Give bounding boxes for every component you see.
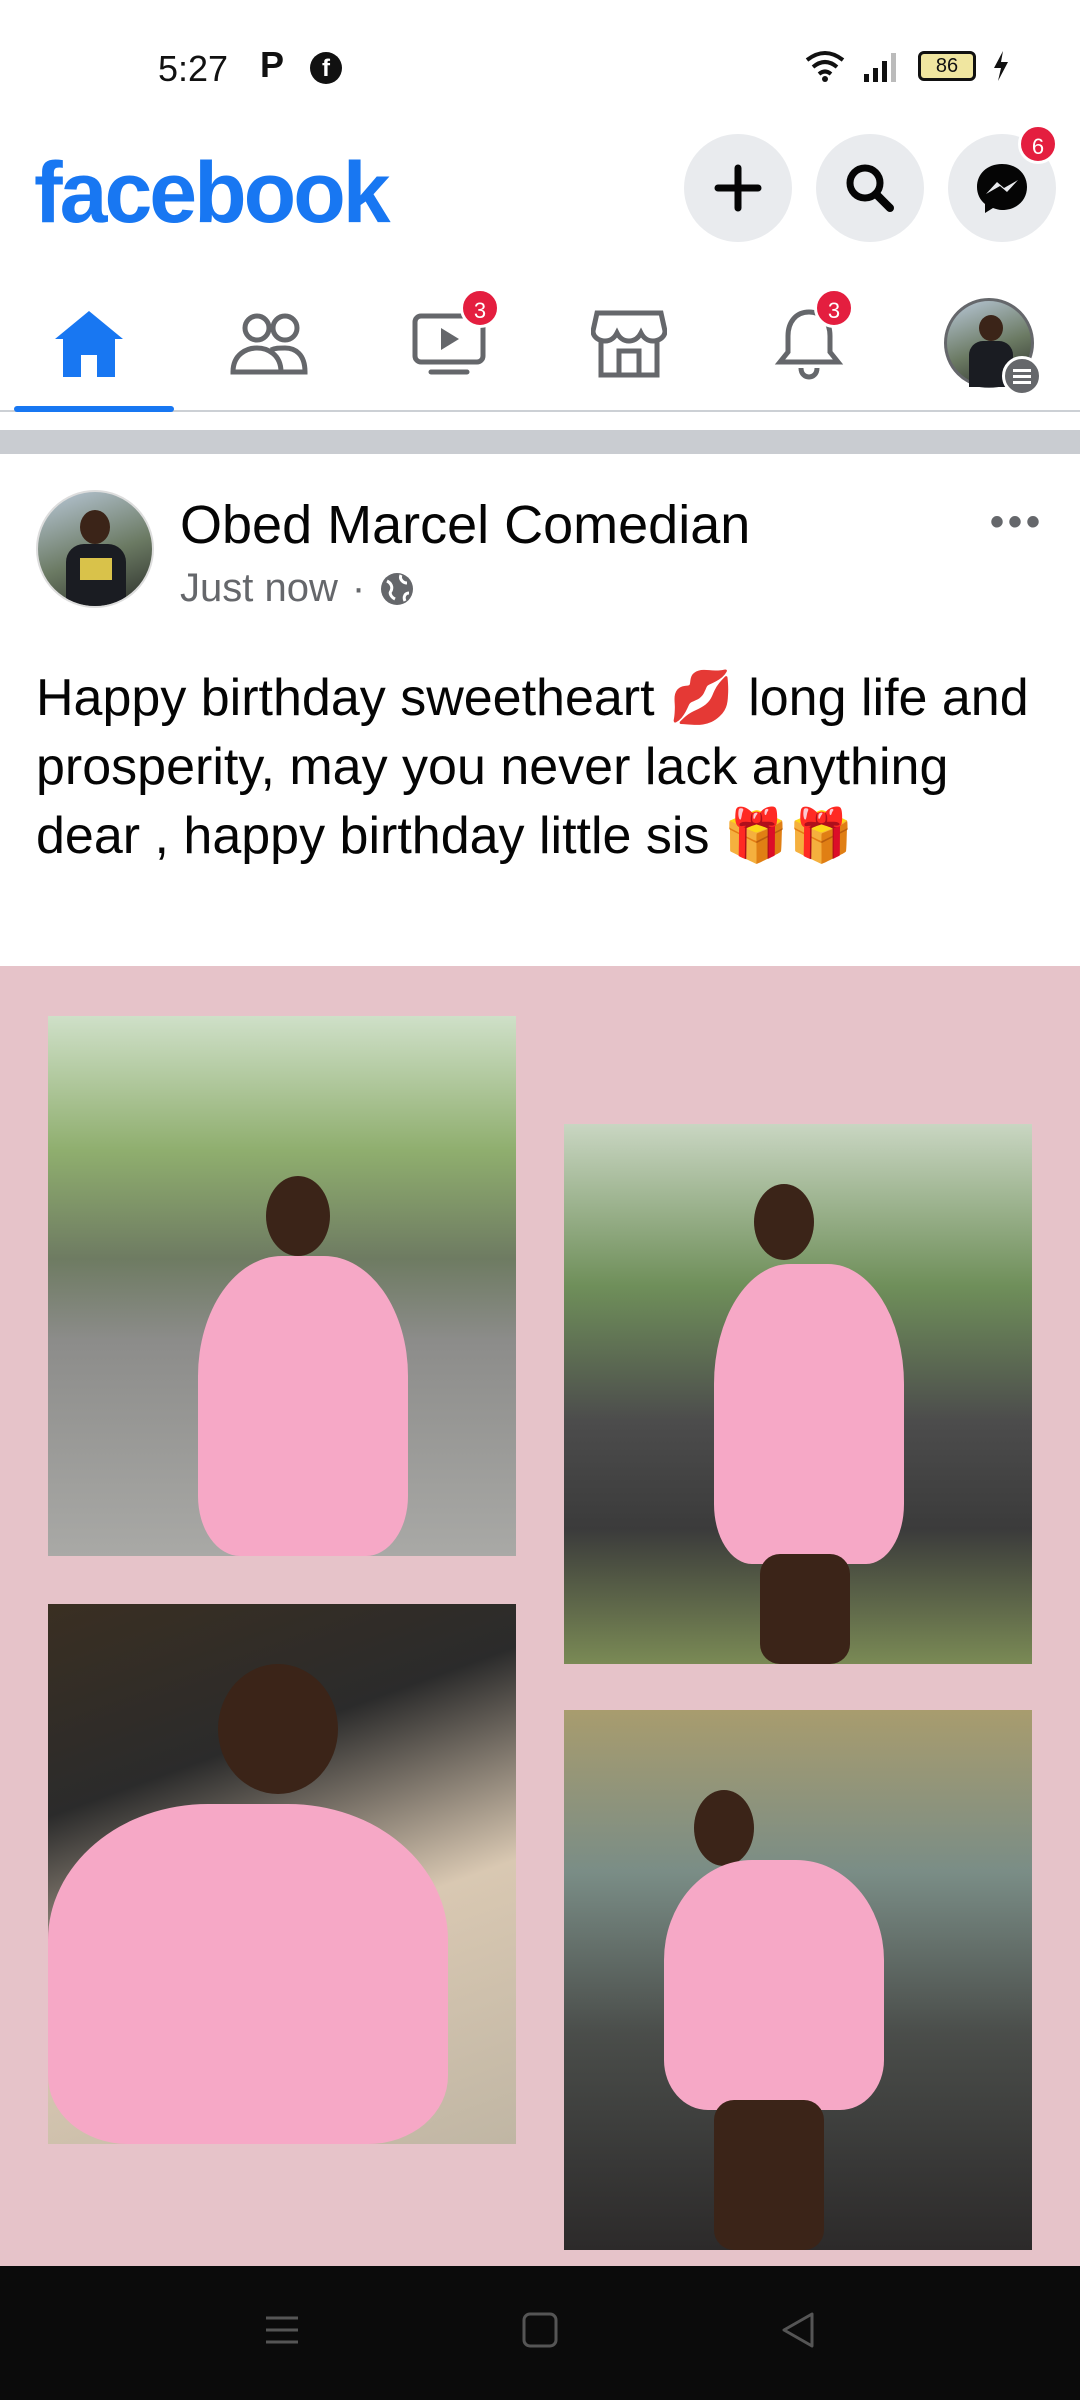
signal-icon xyxy=(864,53,896,82)
tab-friends[interactable] xyxy=(184,276,354,410)
post-timestamp[interactable]: Just now xyxy=(180,566,338,611)
app-header: facebook 6 xyxy=(0,124,1080,260)
post-photo-1[interactable] xyxy=(48,1016,516,1556)
photo-person-legs xyxy=(760,1554,850,1664)
recent-apps-icon[interactable] xyxy=(262,2310,302,2350)
post-photo-3[interactable] xyxy=(48,1604,516,2144)
post-header: Obed Marcel Comedian Just now · ••• xyxy=(0,470,1080,630)
messenger-icon xyxy=(977,164,1027,213)
menu-icon xyxy=(1002,356,1042,396)
main-tab-bar: 3 3 xyxy=(0,276,1080,412)
facebook-notification-icon: f xyxy=(310,52,342,84)
post-text: Happy birthday sweetheart 💋 long life an… xyxy=(36,669,1029,865)
photo-person-legs xyxy=(714,2100,824,2250)
status-time: 5:27 xyxy=(158,48,229,89)
p-notification-icon: P xyxy=(260,44,285,85)
facebook-logo[interactable]: facebook xyxy=(34,144,391,243)
post-photo-4[interactable] xyxy=(564,1710,1032,2250)
status-icons: 86 xyxy=(804,46,1010,86)
post-meta: Just now · xyxy=(180,566,415,611)
photo-collage[interactable] xyxy=(0,966,1080,2266)
plus-icon xyxy=(714,164,762,212)
tab-notifications[interactable]: 3 xyxy=(724,276,894,410)
create-button[interactable] xyxy=(684,134,792,242)
wifi-icon xyxy=(805,51,845,82)
author-avatar[interactable] xyxy=(36,490,154,608)
watch-badge: 3 xyxy=(460,288,500,328)
post-more-button[interactable]: ••• xyxy=(990,500,1044,545)
photo-person-head xyxy=(218,1664,338,1794)
author-name[interactable]: Obed Marcel Comedian xyxy=(180,494,750,556)
photo-person-dress xyxy=(714,1264,904,1564)
photo-person-head xyxy=(266,1176,330,1256)
shirt-print xyxy=(80,558,112,580)
search-button[interactable] xyxy=(816,134,924,242)
messenger-badge: 6 xyxy=(1018,124,1058,164)
status-bar: 5:27 P f 86 xyxy=(0,0,1080,130)
globe-icon xyxy=(381,572,414,605)
photo-person-dress xyxy=(48,1804,448,2144)
home-button-icon[interactable] xyxy=(520,2310,560,2350)
tab-watch[interactable]: 3 xyxy=(364,276,534,410)
search-icon xyxy=(846,164,894,212)
back-icon[interactable] xyxy=(778,2310,818,2350)
feed-divider xyxy=(0,430,1080,454)
marketplace-icon xyxy=(591,310,667,378)
photo-person-head xyxy=(754,1184,814,1260)
post-photo-2[interactable] xyxy=(564,1124,1032,1664)
messenger-button[interactable]: 6 xyxy=(948,124,1058,242)
friends-icon xyxy=(230,313,308,375)
battery-icon: 86 xyxy=(918,51,976,81)
charging-icon xyxy=(994,51,1008,81)
photo-person-dress xyxy=(664,1860,884,2110)
home-icon xyxy=(55,311,123,377)
person-head xyxy=(80,510,110,544)
tab-marketplace[interactable] xyxy=(544,276,714,410)
notifications-badge: 3 xyxy=(814,288,854,328)
tab-menu[interactable] xyxy=(904,276,1074,410)
system-nav-bar xyxy=(0,2266,1080,2400)
person-silhouette xyxy=(979,315,1003,341)
photo-person-dress xyxy=(198,1256,408,1556)
photo-person-head xyxy=(694,1790,754,1866)
meta-separator: · xyxy=(351,566,366,610)
tab-home[interactable] xyxy=(4,276,174,412)
active-tab-indicator xyxy=(14,406,174,412)
